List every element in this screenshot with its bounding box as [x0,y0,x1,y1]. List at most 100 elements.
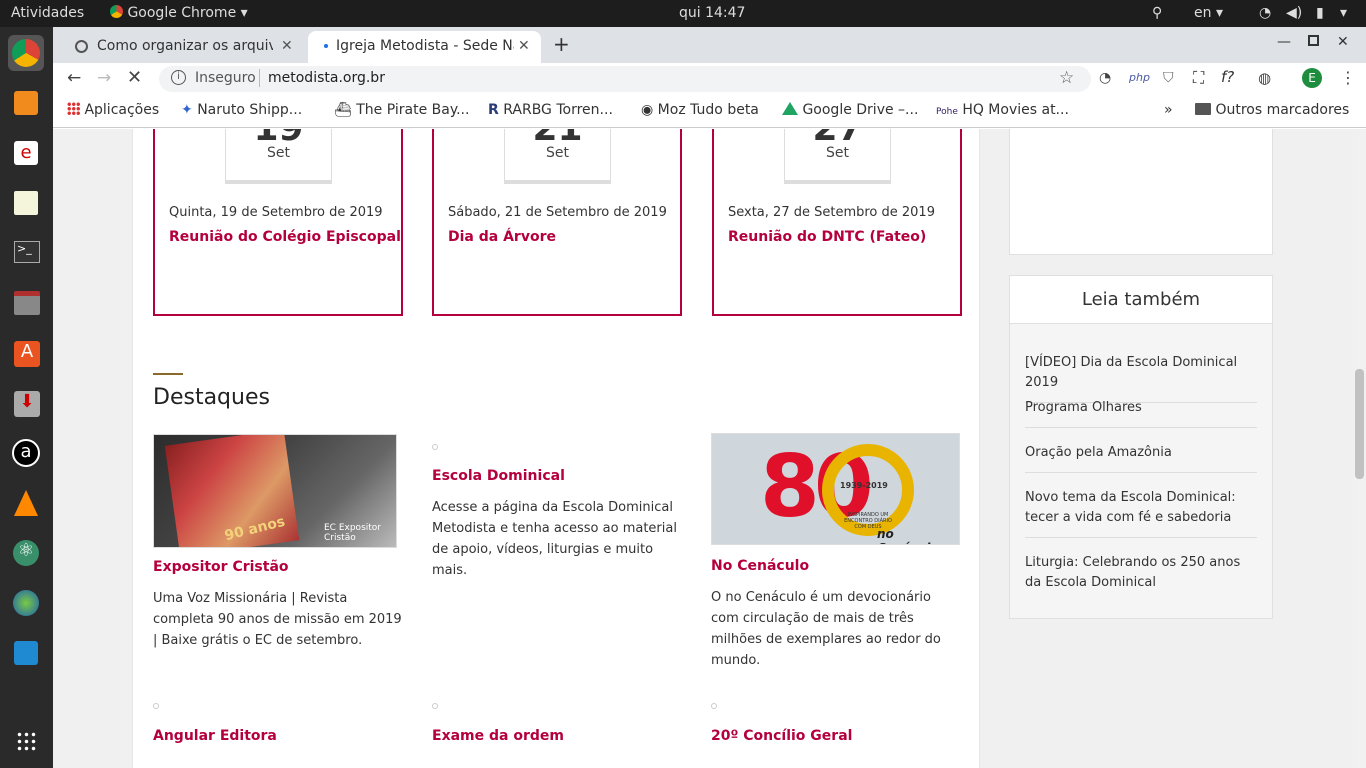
screenshot-extension-icon[interactable]: ⛶ [1193,68,1204,88]
no-cenaculo-image[interactable]: 80 1939-2019 INSPIRANDO UM ENCONTRO DIÁR… [711,433,960,545]
volume-icon[interactable]: ◀) [1286,5,1302,21]
toolbar: ← → ✕ i Inseguro metodista.org.br ☆ ◔ ph… [53,63,1366,95]
close-tab-icon[interactable]: ✕ [281,38,293,54]
destaque-title-link[interactable]: Exame da ordem [432,728,564,744]
vlc-icon[interactable] [8,485,44,521]
url-text[interactable]: metodista.org.br [268,70,385,86]
info-icon[interactable]: i [171,70,186,85]
destaque-description: O no Cenáculo é um devocionário com circ… [711,590,941,668]
globe-extension-icon[interactable]: ◍ [1258,69,1271,87]
profile-avatar[interactable]: E [1302,68,1322,88]
calendar-badge: 21 Set [504,129,611,181]
related-article-link[interactable]: Liturgia: Celebrando os 250 anos da Esco… [1025,553,1257,602]
tab-strip: Como organizar os arquiv ✕ Igreja Metodi… [53,27,1366,63]
google-drive-icon [782,102,798,115]
battery-icon[interactable]: ▮ [1316,5,1324,21]
close-tab-icon[interactable]: ✕ [518,38,530,54]
no-cenaculo-logo: no Cenáculo [877,527,939,544]
calendar-badge: 27 Set [784,129,891,181]
maximize-button[interactable] [1308,35,1319,46]
app-menu[interactable]: Google Chrome ▾ [110,5,248,21]
event-card[interactable]: 21 Set Sábado, 21 de Setembro de 2019 Dia… [432,129,682,316]
sublime-text-icon[interactable] [8,85,44,121]
forward-button[interactable]: → [97,68,111,88]
vscode-icon[interactable] [8,635,44,671]
event-card[interactable]: 19 Set Quinta, 19 de Setembro de 2019 Reu… [153,129,403,316]
leia-tambem-widget: Leia também [VÍDEO] Dia da Escola Domini… [1009,275,1273,619]
menu-kebab-icon[interactable]: ⋮ [1340,68,1356,87]
tab-title: Como organizar os arquiv [97,38,273,54]
event-card[interactable]: 27 Set Sexta, 27 de Setembro de 2019 Reun… [712,129,962,316]
terminal-icon[interactable]: >_ [8,235,44,271]
system-menu-arrow-icon[interactable]: ▾ [1340,5,1347,21]
network-share-icon[interactable]: ⚲ [1152,5,1162,21]
security-label[interactable]: Inseguro [195,70,256,86]
clock[interactable]: qui 14:47 [679,5,745,21]
event-date: Sexta, 27 de Setembro de 2019 [728,205,935,220]
leia-tambem-title: Leia também [1010,276,1272,324]
rarbg-icon: R [488,102,499,118]
bookmark-hqmovies[interactable]: Pohe HQ Movies at... [936,102,1069,118]
related-article-link[interactable]: [VÍDEO] Dia da Escola Dominical 2019 [1025,353,1257,403]
new-tab-button[interactable]: + [553,32,570,56]
amazon-icon[interactable]: a [8,435,44,471]
other-bookmarks[interactable]: Outros marcadores [1195,102,1349,118]
calendar-badge: 19 Set [225,129,332,181]
destaque-title-link[interactable]: Escola Dominical [432,468,565,484]
related-article-link[interactable]: Oração pela Amazônia [1025,443,1257,473]
bookmarks-overflow[interactable]: » [1164,102,1173,118]
text-editor-e-icon[interactable]: e [8,135,44,171]
function-extension-icon[interactable]: f? [1221,68,1234,86]
destaque-title-link[interactable]: Angular Editora [153,728,277,744]
bookmark-apps[interactable]: Aplicações [67,102,159,118]
event-title-link[interactable]: Reunião do Colégio Episcopal [169,229,401,245]
bookmark-rarbg[interactable]: R RARBG Torren... [488,102,613,118]
shield-extension-icon[interactable]: ⛉ [1163,70,1174,86]
address-bar[interactable]: i Inseguro metodista.org.br ☆ [159,66,1091,92]
tab-como-organizar[interactable]: Como organizar os arquiv ✕ [63,31,299,63]
broken-image-placeholder [432,703,438,709]
php-extension-icon[interactable]: php [1129,71,1150,84]
launcher-dock: e >_ A ⬇ a ⚛ [0,27,53,768]
expositor-cristao-image[interactable]: 90 anos EC Expositor Cristão [153,434,397,548]
hq-movies-icon: Pohe [936,107,958,117]
bookmark-star-icon[interactable]: ☆ [1059,68,1074,88]
wifi-icon[interactable]: ◔ [1259,5,1271,21]
event-title-link[interactable]: Dia da Árvore [448,229,556,245]
back-button[interactable]: ← [67,68,81,88]
bookmark-googledrive[interactable]: Google Drive –... [782,102,918,118]
event-day: 27 [785,129,890,141]
destaque-title-link[interactable]: Expositor Cristão [153,559,289,575]
show-apps-grid-icon[interactable] [8,723,44,759]
speed-extension-icon[interactable]: ◔ [1099,70,1111,86]
activities-button[interactable]: Atividades [11,5,84,21]
event-month: Set [546,145,569,161]
download-manager-icon[interactable] [8,585,44,621]
destaque-title-link[interactable]: No Cenáculo [711,558,809,574]
tab-igreja-metodista[interactable]: Igreja Metodista - Sede Na ✕ [308,31,541,63]
broken-image-placeholder [711,703,717,709]
software-center-icon[interactable]: A [8,335,44,371]
language-indicator[interactable]: en ▾ [1194,5,1223,21]
bookmark-piratebay[interactable]: ⛴ The Pirate Bay... [334,102,469,118]
related-article-link[interactable]: Novo tema da Escola Dominical: tecer a v… [1025,488,1257,538]
scrollbar-thumb[interactable] [1355,369,1364,479]
notepad-icon[interactable] [8,185,44,221]
event-title-link[interactable]: Reunião do DNTC (Fateo) [728,229,926,245]
destaque-title-link[interactable]: 20º Concílio Geral [711,728,852,744]
file-manager-icon[interactable] [8,285,44,321]
page-scrollbar[interactable] [1353,129,1366,768]
bookmark-moztudo[interactable]: ◉ Moz Tudo beta [641,102,759,118]
bookmark-naruto[interactable]: ✦ Naruto Shipp... [181,102,302,118]
expositor-logo: EC Expositor Cristão [324,523,381,543]
dropdown-arrow-icon: ▾ [240,5,248,21]
download-icon[interactable]: ⬇ [8,385,44,421]
atom-icon[interactable]: ⚛ [8,535,44,571]
related-article-link[interactable]: Programa Olhares [1025,398,1257,428]
chrome-icon [110,5,123,18]
close-window-button[interactable]: ✕ [1337,34,1349,50]
broken-image-placeholder [153,703,159,709]
chrome-launcher-icon[interactable] [8,35,44,71]
stop-button[interactable]: ✕ [127,67,142,88]
minimize-button[interactable]: — [1277,34,1291,50]
